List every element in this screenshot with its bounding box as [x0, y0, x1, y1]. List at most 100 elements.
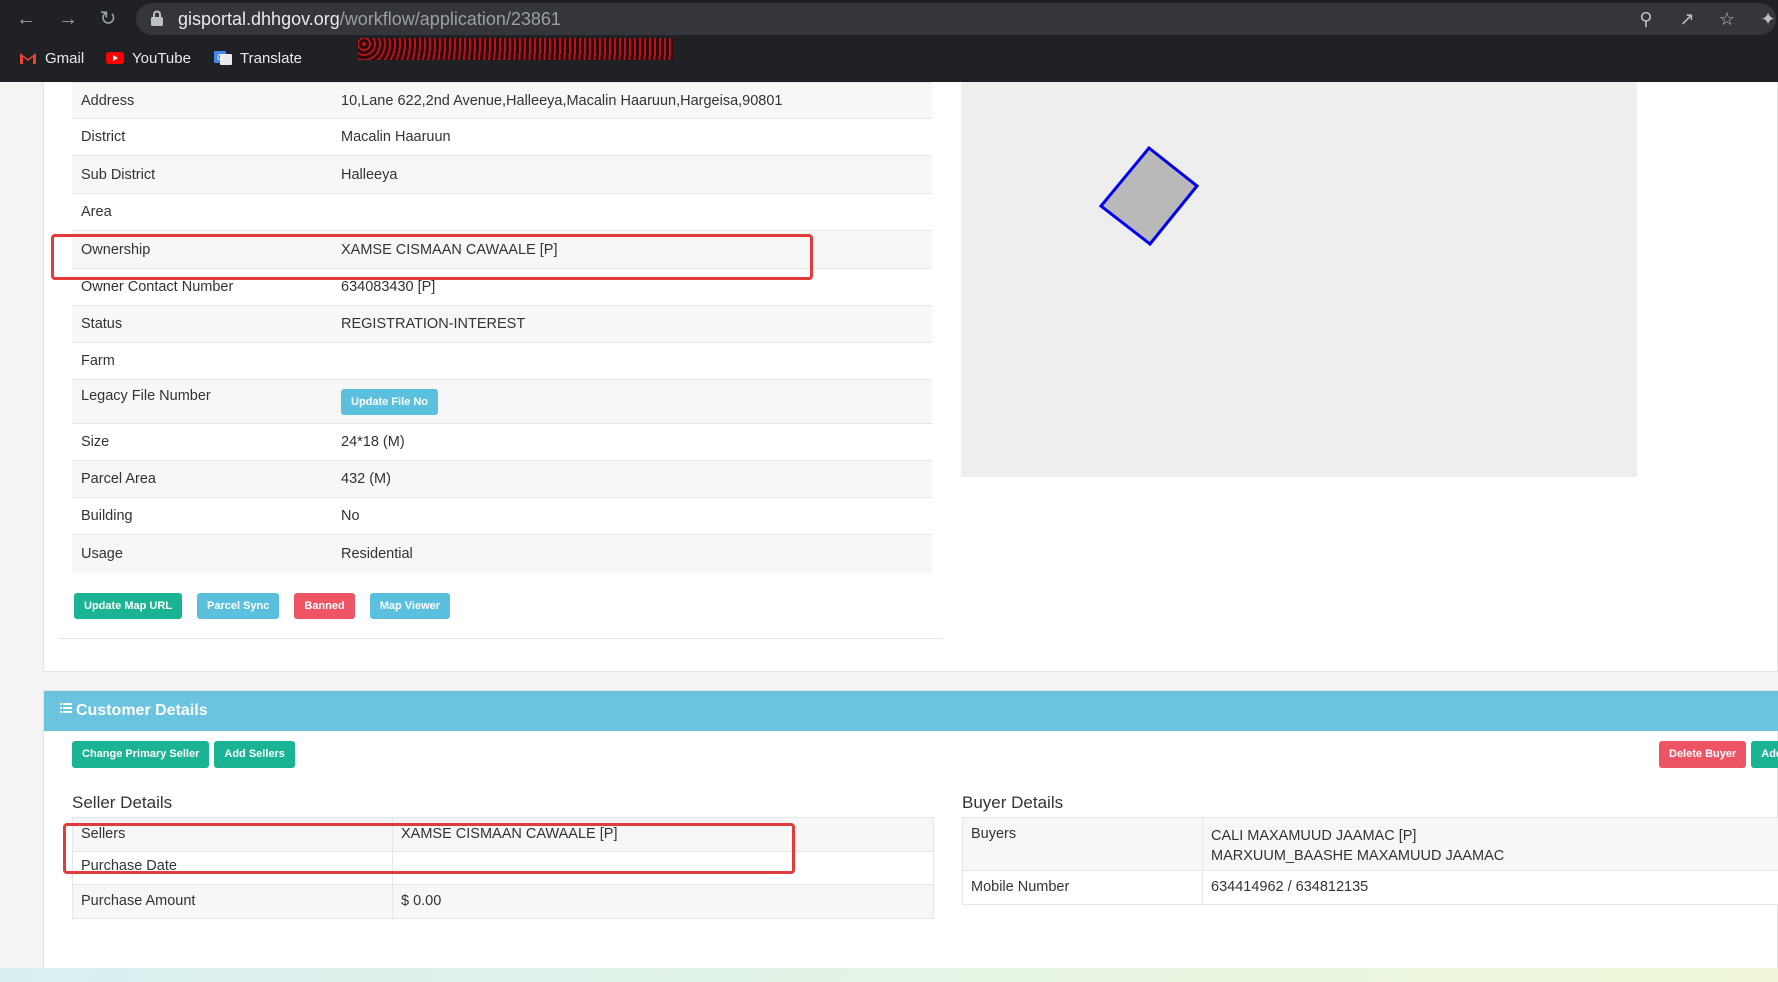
bottom-strip [0, 968, 1778, 982]
buyer-names: CALI MAXAMUUD JAAMAC [P] MARXUUM_BAASHE … [1202, 817, 1778, 871]
bookmark-gmail[interactable]: Gmail [19, 44, 84, 72]
parcel-field-label: Parcel Area [72, 460, 332, 498]
parcel-field-label: Size [72, 423, 332, 461]
back-arrow-icon[interactable]: ← [14, 7, 38, 31]
list-icon [60, 703, 72, 713]
parcel-field-label: Sub District [72, 155, 332, 194]
customer-details-header[interactable]: Customer Details [44, 691, 1778, 731]
buyer-name: CALI MAXAMUUD JAAMAC [P] [1211, 828, 1417, 844]
url-text[interactable]: gisportal.dhhgov.org/workflow/applicatio… [178, 9, 561, 30]
parcel-row: Owner Contact Number 634083430 [P] [72, 268, 932, 306]
parcel-field-value: 634083430 [P] [332, 268, 932, 306]
seller-details-title: Seller Details [72, 793, 173, 812]
reload-icon[interactable]: ↻ [96, 7, 120, 31]
bookmark-label: YouTube [132, 49, 191, 67]
map-viewer-button[interactable]: Map Viewer [369, 593, 451, 619]
parcel-row: Usage Residential [72, 534, 932, 573]
parcel-map-canvas[interactable] [961, 82, 1637, 477]
parcel-field-label: Address [72, 82, 332, 119]
parcel-row: Address 10,Lane 622,2nd Avenue,Halleeya,M… [72, 82, 932, 119]
browser-toolbar: ← → ↻ gisportal.dhhgov.org/workflow/appl… [0, 0, 1778, 38]
bookmark-star-icon[interactable]: ☆ [1717, 9, 1737, 29]
lock-icon[interactable] [150, 10, 164, 26]
parcel-field-label: District [72, 118, 332, 156]
parcel-row: Sub District Halleeya [72, 155, 932, 194]
extensions-icon[interactable]: ✦ [1758, 9, 1778, 29]
forward-arrow-icon[interactable]: → [56, 7, 80, 31]
parcel-field-value: XAMSE CISMAAN CAWAALE [P] [332, 230, 932, 269]
parcel-field-value: Halleeya [332, 155, 932, 194]
page-content: Address 10,Lane 622,2nd Avenue,Halleeya,M… [0, 82, 1778, 982]
bookmark-youtube[interactable]: YouTube [106, 44, 191, 72]
buyer-key: Mobile Number [962, 870, 1203, 905]
seller-key: Purchase Date [72, 851, 393, 885]
parcel-field-value: 432 (M) [332, 460, 932, 498]
parcel-field-value: No [332, 497, 932, 535]
parcel-sync-button[interactable]: Parcel Sync [197, 593, 280, 619]
parcel-action-buttons: Update Map URL Parcel Sync Banned Map Vi… [74, 593, 451, 619]
seller-value: XAMSE CISMAAN CAWAALE [P] [392, 817, 934, 852]
page-banner-fragment [358, 38, 673, 60]
update-file-no-button[interactable]: Update File No [341, 388, 439, 415]
parcel-field-value [332, 342, 932, 380]
bookmark-translate[interactable]: G Translate [214, 44, 302, 72]
parcel-row: Legacy File Number Update File No [72, 379, 932, 424]
change-primary-seller-button[interactable]: Change Primary Seller [72, 741, 210, 768]
gmail-icon [20, 53, 36, 64]
seller-value [392, 851, 934, 885]
bookmark-label: Translate [240, 49, 302, 67]
parcel-field-label: Usage [72, 534, 332, 573]
seller-key: Purchase Amount [72, 884, 393, 919]
parcel-row: Farm [72, 342, 932, 380]
bookmark-label: Gmail [45, 49, 85, 67]
seller-row-purchase-amount: Purchase Amount $ 0.00 [72, 884, 934, 919]
parcel-row: Area [72, 193, 932, 231]
parcel-field-label: Legacy File Number [72, 379, 332, 424]
seller-row-purchase-date: Purchase Date [72, 851, 934, 885]
parcel-row: Status REGISTRATION-INTEREST [72, 305, 932, 343]
parcel-field-value: Macalin Haaruun [332, 118, 932, 156]
parcel-field-value: 24*18 (M) [332, 423, 932, 461]
divider [58, 638, 943, 639]
delete-buyer-button[interactable]: Delete Buyer [1659, 741, 1747, 768]
buyer-row-mobile: Mobile Number 634414962 / 634812135 [962, 870, 1778, 905]
svg-text:G: G [217, 53, 223, 62]
seller-actions: Change Primary Seller Add Sellers [72, 741, 295, 768]
customer-details-title: Customer Details [76, 702, 208, 719]
seller-row-sellers: Sellers XAMSE CISMAAN CAWAALE [P] [72, 817, 934, 852]
buyer-value: 634414962 / 634812135 [1202, 870, 1778, 905]
share-icon[interactable]: ↗ [1677, 9, 1697, 29]
buyer-key: Buyers [962, 817, 1203, 871]
customer-details-panel: Customer Details Change Primary Seller A… [43, 690, 1778, 982]
banned-button[interactable]: Banned [294, 593, 355, 619]
translate-icon: G [214, 51, 232, 65]
parcel-field-value: Residential [332, 534, 932, 573]
parcel-row: Building No [72, 497, 932, 535]
seller-value: $ 0.00 [392, 884, 934, 919]
zoom-icon[interactable]: ⚲ [1636, 9, 1656, 29]
update-map-url-button[interactable]: Update Map URL [74, 593, 182, 619]
parcel-row: Size 24*18 (M) [72, 423, 932, 461]
parcel-field-label: Area [72, 193, 332, 231]
parcel-row: District Macalin Haaruun [72, 118, 932, 156]
buyer-name: MARXUUM_BAASHE MAXAMUUD JAAMAC [1211, 848, 1505, 864]
parcel-panel: Address 10,Lane 622,2nd Avenue,Halleeya,M… [43, 82, 1778, 672]
parcel-field-label: Farm [72, 342, 332, 380]
youtube-icon [106, 52, 124, 64]
parcel-field-label: Owner Contact Number [72, 268, 332, 306]
parcel-polygon[interactable] [1098, 145, 1200, 247]
parcel-map[interactable] [961, 82, 1637, 477]
parcel-field-value [332, 193, 932, 231]
parcel-row: Parcel Area 432 (M) [72, 460, 932, 498]
parcel-row: Ownership XAMSE CISMAAN CAWAALE [P] [72, 230, 932, 269]
buyer-details-title: Buyer Details [962, 793, 1064, 812]
buyer-actions: Delete Buyer Add [1659, 741, 1778, 768]
parcel-field-label: Status [72, 305, 332, 343]
parcel-field-value: Update File No [332, 379, 932, 424]
parcel-info-table: Address 10,Lane 622,2nd Avenue,Halleeya,M… [72, 82, 932, 573]
add-sellers-button[interactable]: Add Sellers [214, 741, 295, 768]
add-buyer-button[interactable]: Add [1751, 741, 1778, 768]
seller-details-table: Sellers XAMSE CISMAAN CAWAALE [P] Purcha… [72, 817, 934, 919]
parcel-field-label: Ownership [72, 230, 332, 269]
buyer-row-buyers: Buyers CALI MAXAMUUD JAAMAC [P] MARXUUM_… [962, 817, 1778, 871]
